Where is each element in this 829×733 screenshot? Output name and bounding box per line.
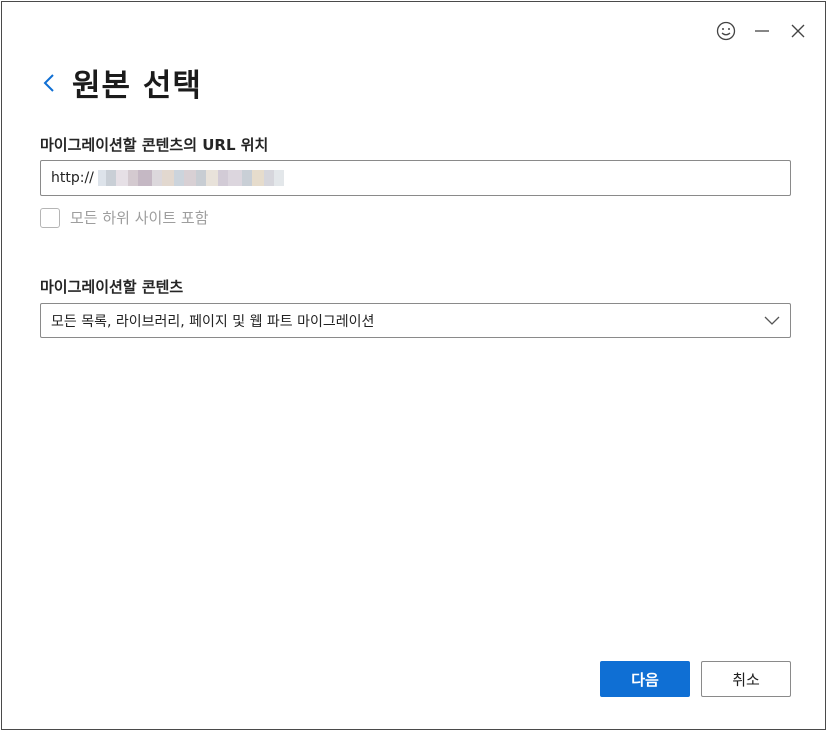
redacted-url: [97, 169, 284, 187]
content-type-dropdown[interactable]: 모든 목록, 라이브러리, 페이지 및 웹 파트 마이그레이션: [40, 303, 791, 338]
include-subsites-option[interactable]: 모든 하위 사이트 포함: [40, 207, 209, 228]
next-button[interactable]: 다음: [600, 661, 690, 697]
content-to-migrate-label: 마이그레이션할 콘텐츠: [40, 278, 184, 296]
back-button[interactable]: [38, 69, 60, 97]
chevron-down-icon: [764, 316, 780, 325]
cancel-button[interactable]: 취소: [701, 661, 791, 697]
title-bar-controls: [715, 20, 809, 42]
minimize-icon[interactable]: [751, 20, 773, 42]
url-input[interactable]: http://: [40, 160, 791, 196]
include-subsites-checkbox[interactable]: [40, 207, 60, 228]
dialog-window: 원본 선택 마이그레이션할 콘텐츠의 URL 위치 http:// 모든 하위 …: [1, 1, 826, 730]
url-prefix-text: http://: [51, 170, 94, 186]
chevron-left-icon: [43, 73, 54, 92]
url-location-label: 마이그레이션할 콘텐츠의 URL 위치: [40, 136, 269, 154]
feedback-smiley-icon[interactable]: [715, 20, 737, 42]
include-subsites-label: 모든 하위 사이트 포함: [70, 209, 209, 227]
page-title: 원본 선택: [72, 68, 202, 104]
dialog-header: 원본 선택: [38, 60, 202, 105]
dropdown-selected-value: 모든 목록, 라이브러리, 페이지 및 웹 파트 마이그레이션: [51, 313, 375, 330]
close-icon[interactable]: [787, 20, 809, 42]
